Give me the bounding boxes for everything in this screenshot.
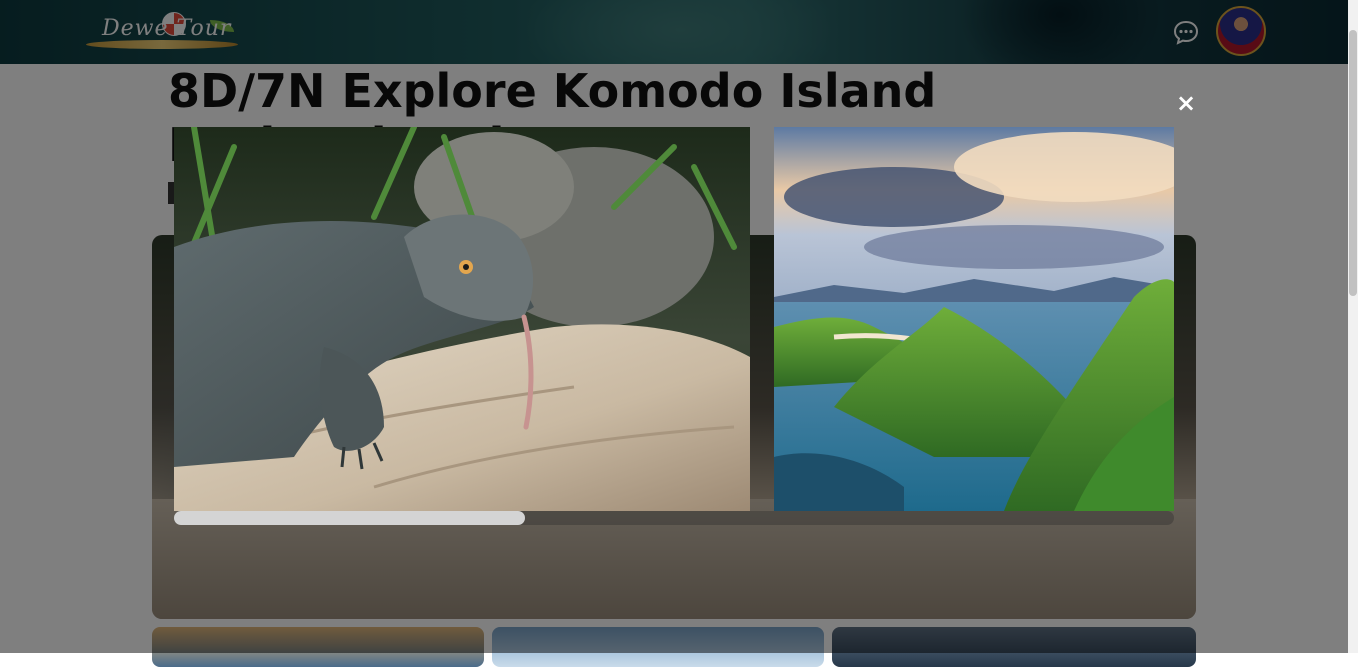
page-scrollbar-thumb[interactable] <box>1349 30 1357 296</box>
komodo-dragon-photo[interactable] <box>174 127 750 511</box>
close-lightbox-button[interactable]: × <box>1174 90 1198 116</box>
padar-island-landscape-photo[interactable] <box>774 127 1174 511</box>
lightbox-scroll-thumb[interactable] <box>174 511 525 525</box>
